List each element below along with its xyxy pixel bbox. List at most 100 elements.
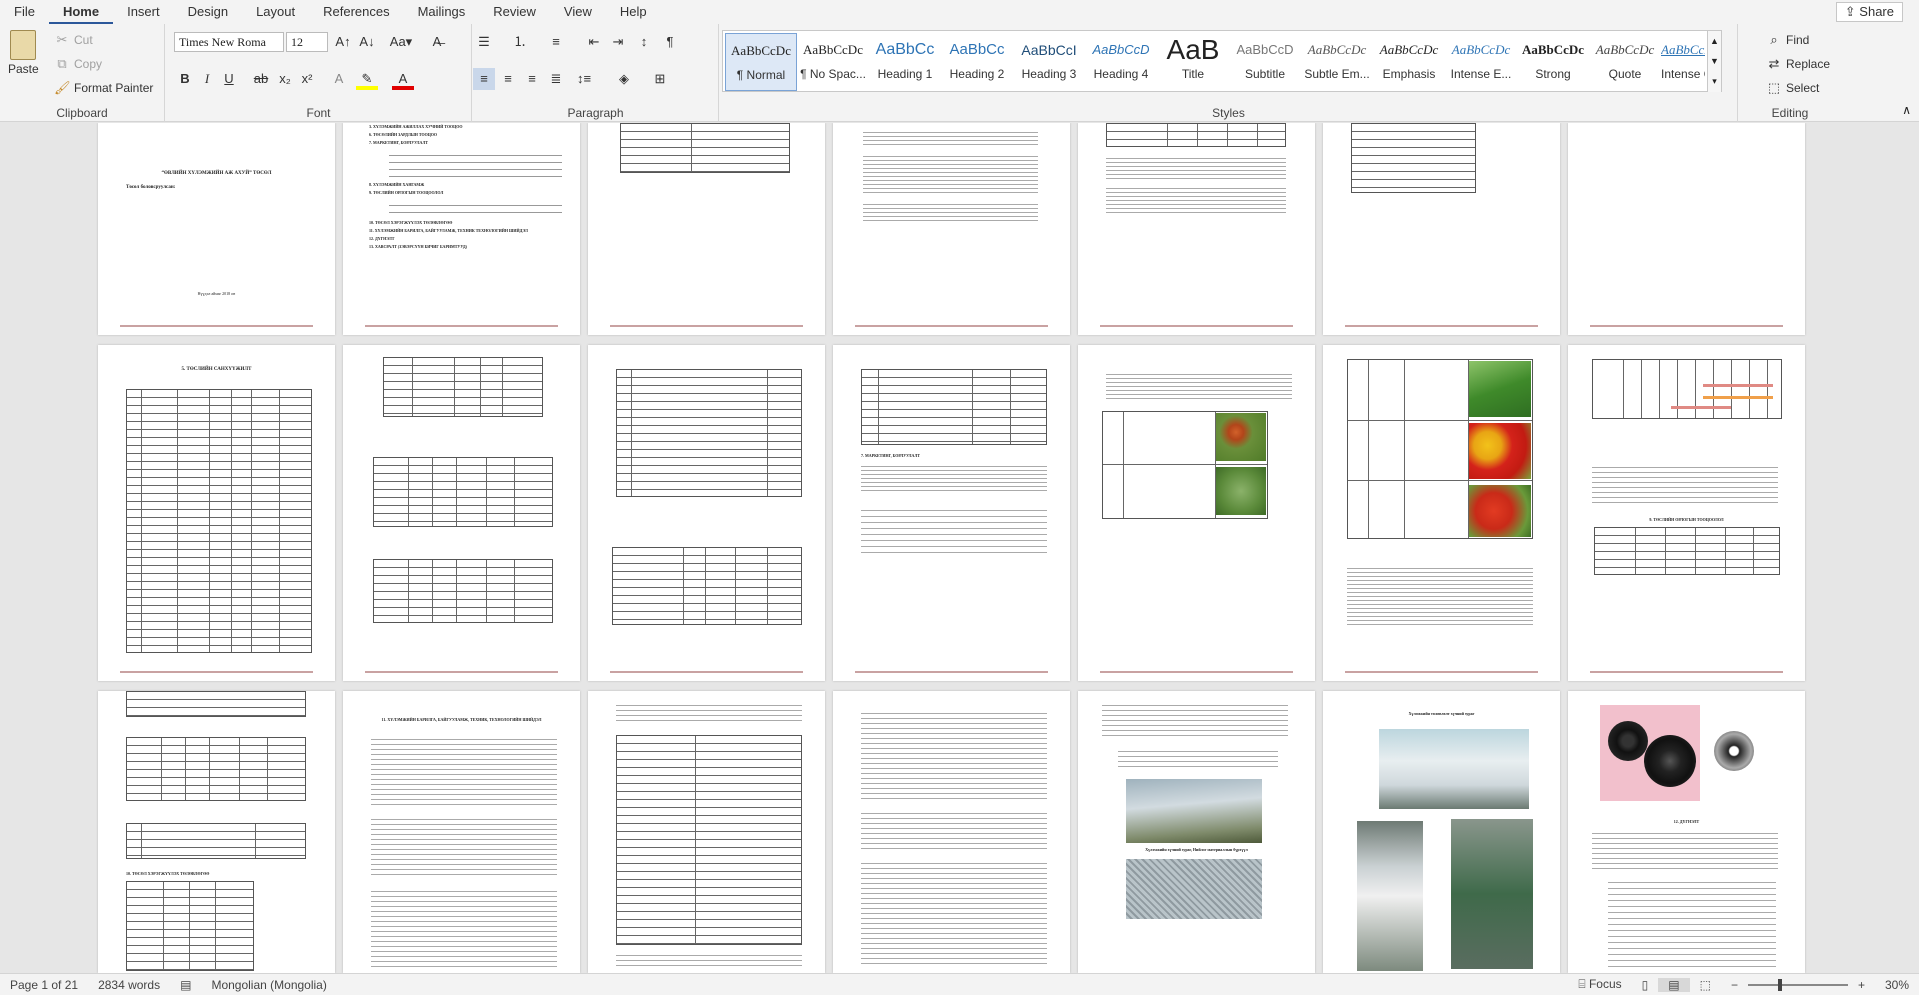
tab-home[interactable]: Home bbox=[48, 0, 114, 24]
page-footer-line bbox=[1100, 671, 1293, 673]
show-marks-icon[interactable]: ¶ bbox=[659, 31, 681, 53]
tab-view[interactable]: View bbox=[550, 0, 606, 24]
style-heading-2[interactable]: AaBbCc Heading 2 bbox=[941, 33, 1013, 91]
select-button[interactable]: ⬚ Select bbox=[1766, 80, 1820, 96]
style-intense-emphasis[interactable]: AaBbCcDc Intense E... bbox=[1445, 33, 1517, 91]
language-indicator[interactable]: Mongolian (Mongolia) bbox=[201, 978, 336, 992]
font-group: Times New Roma 12 A↑ A↓ Aa▾ A̶ B I U ab … bbox=[166, 24, 472, 122]
style-strong[interactable]: AaBbCcDc Strong bbox=[1517, 33, 1589, 91]
align-left-icon[interactable]: ≡ bbox=[473, 68, 495, 90]
find-button[interactable]: ⌕ Find bbox=[1766, 32, 1809, 48]
italic-icon[interactable]: I bbox=[196, 68, 218, 90]
style-heading-1[interactable]: AaBbCc Heading 1 bbox=[869, 33, 941, 91]
print-layout-icon[interactable]: ▤ bbox=[1658, 977, 1690, 992]
info-table bbox=[620, 123, 790, 173]
page-footer-line bbox=[365, 671, 558, 673]
tab-layout[interactable]: Layout bbox=[242, 0, 309, 24]
clipboard-label: Clipboard bbox=[56, 106, 108, 120]
font-color-icon[interactable]: A bbox=[392, 68, 414, 90]
scissors-icon: ✂ bbox=[56, 32, 68, 47]
focus-button[interactable]: ⌸ Focus bbox=[1568, 977, 1631, 992]
tab-review[interactable]: Review bbox=[479, 0, 550, 24]
page-title-heading: “ӨВЛИЙН ХҮЛЭМЖИЙН АЖ АХУЙ” ТӨСӨЛ bbox=[161, 171, 272, 176]
document-canvas[interactable]: “ӨВЛИЙН ХҮЛЭМЖИЙН АЖ АХУЙ” ТӨСӨЛ Төсөл б… bbox=[0, 123, 1919, 973]
read-mode-icon[interactable]: ▯ bbox=[1632, 978, 1659, 992]
styles-scroll-up-icon[interactable]: ▲ bbox=[1707, 31, 1721, 51]
word-count[interactable]: 2834 words bbox=[88, 978, 170, 992]
strikethrough-icon[interactable]: ab bbox=[250, 68, 272, 90]
style-quote[interactable]: AaBbCcDc Quote bbox=[1589, 33, 1661, 91]
subscript-icon[interactable]: x₂ bbox=[274, 68, 296, 90]
style-intense-quote[interactable]: AaBbCcDcIntense Q... bbox=[1661, 33, 1705, 91]
font-label: Font bbox=[306, 106, 331, 120]
superscript-icon[interactable]: x² bbox=[296, 68, 318, 90]
styles-scroll-down-icon[interactable]: ▼ bbox=[1707, 51, 1721, 71]
copy-button[interactable]: ⧉ Copy bbox=[54, 56, 102, 72]
bold-icon[interactable]: B bbox=[174, 68, 196, 90]
zoom-level[interactable]: 30% bbox=[1875, 978, 1919, 992]
page-footer-line bbox=[1345, 671, 1538, 673]
image-caption: Хүлэмжийн төлөвлөлт хүчний зураг bbox=[1408, 711, 1475, 716]
clear-formatting-icon[interactable]: A̶ bbox=[426, 31, 448, 53]
style-normal[interactable]: AaBbCcDc ¶ Normal bbox=[725, 33, 797, 91]
grow-font-icon[interactable]: A↑ bbox=[332, 31, 354, 53]
page-20: Хүлэмжийн төлөвлөлт хүчний зураг bbox=[1323, 691, 1560, 973]
highlight-icon[interactable]: ✎ bbox=[356, 68, 378, 90]
zoom-slider[interactable] bbox=[1747, 978, 1848, 991]
style-emphasis[interactable]: AaBbCcDc Emphasis bbox=[1373, 33, 1445, 91]
increase-indent-icon[interactable]: ⇥ bbox=[607, 31, 629, 53]
style-heading-4[interactable]: AaBbCcD Heading 4 bbox=[1085, 33, 1157, 91]
style-no-spacing[interactable]: AaBbCcDc ¶ No Spac... bbox=[797, 33, 869, 91]
align-center-icon[interactable]: ≡ bbox=[497, 68, 519, 90]
justify-icon[interactable]: ≣ bbox=[545, 68, 567, 90]
bullets-icon[interactable]: ☰ bbox=[473, 31, 495, 53]
page-12 bbox=[1078, 345, 1315, 681]
shading-icon[interactable]: ◈ bbox=[613, 68, 635, 90]
borders-icon[interactable]: ⊞ bbox=[649, 68, 671, 90]
align-right-icon[interactable]: ≡ bbox=[521, 68, 543, 90]
share-button[interactable]: ⇪ Share bbox=[1835, 2, 1903, 22]
styles-more-icon[interactable]: ▾ bbox=[1707, 71, 1721, 92]
shrink-font-icon[interactable]: A↓ bbox=[356, 31, 378, 53]
format-painter-button[interactable]: 🖌 Format Painter bbox=[54, 80, 153, 96]
style-title[interactable]: AaB Title bbox=[1157, 33, 1229, 91]
line-spacing-icon[interactable]: ↕≡ bbox=[573, 68, 595, 90]
cost-table bbox=[383, 357, 543, 417]
paste-button[interactable]: Paste bbox=[8, 30, 39, 76]
list-table bbox=[1351, 123, 1476, 193]
numbering-icon[interactable]: ⒈ bbox=[509, 31, 531, 53]
proofing-icon[interactable]: ▤ bbox=[170, 978, 201, 992]
controller-image bbox=[1357, 821, 1423, 971]
replace-button[interactable]: ⇄ Replace bbox=[1766, 56, 1830, 72]
tab-mailings[interactable]: Mailings bbox=[404, 0, 480, 24]
page-footer-line bbox=[120, 325, 313, 327]
style-heading-3[interactable]: AaBbCcI Heading 3 bbox=[1013, 33, 1085, 91]
zoom-in-icon[interactable]: + bbox=[1848, 978, 1875, 992]
text-effects-icon[interactable]: A bbox=[328, 68, 350, 90]
page-1: “ӨВЛИЙН ХҮЛЭМЖИЙН АЖ АХУЙ” ТӨСӨЛ Төсөл б… bbox=[98, 123, 335, 335]
collapse-ribbon-icon[interactable]: ∧ bbox=[1902, 103, 1911, 117]
underline-icon[interactable]: U bbox=[218, 68, 240, 90]
section-heading: 9. ТӨСЛИЙН ОРЛОГЫН ТООЦООЛОЛ bbox=[1649, 517, 1724, 522]
font-family-select[interactable]: Times New Roma bbox=[174, 32, 284, 52]
page-2: 3. ХҮЛЭМЖИЙН АЖИЛЛАХ ХУЧНИЙ ТООЦОО 6. ТӨ… bbox=[343, 123, 580, 335]
cost-table-5 bbox=[126, 737, 306, 801]
tab-design[interactable]: Design bbox=[174, 0, 242, 24]
zoom-out-icon[interactable]: − bbox=[1721, 978, 1748, 992]
font-size-select[interactable]: 12 bbox=[286, 32, 328, 52]
fan-blade-image bbox=[1714, 731, 1754, 771]
tab-help[interactable]: Help bbox=[606, 0, 661, 24]
sort-icon[interactable]: ↕ bbox=[633, 31, 655, 53]
multilevel-list-icon[interactable]: ≡ bbox=[545, 31, 567, 53]
page-count[interactable]: Page 1 of 21 bbox=[0, 978, 88, 992]
change-case-icon[interactable]: Aa▾ bbox=[386, 31, 416, 53]
style-subtitle[interactable]: AaBbCcD Subtitle bbox=[1229, 33, 1301, 91]
greenhouse-net-image bbox=[1126, 859, 1262, 919]
cut-button[interactable]: ✂ Cut bbox=[54, 32, 93, 48]
web-layout-icon[interactable]: ⬚ bbox=[1690, 978, 1721, 992]
tab-file[interactable]: File bbox=[0, 0, 49, 24]
decrease-indent-icon[interactable]: ⇤ bbox=[583, 31, 605, 53]
tab-insert[interactable]: Insert bbox=[113, 0, 174, 24]
style-subtle-emphasis[interactable]: AaBbCcDc Subtle Em... bbox=[1301, 33, 1373, 91]
tab-references[interactable]: References bbox=[309, 0, 403, 24]
